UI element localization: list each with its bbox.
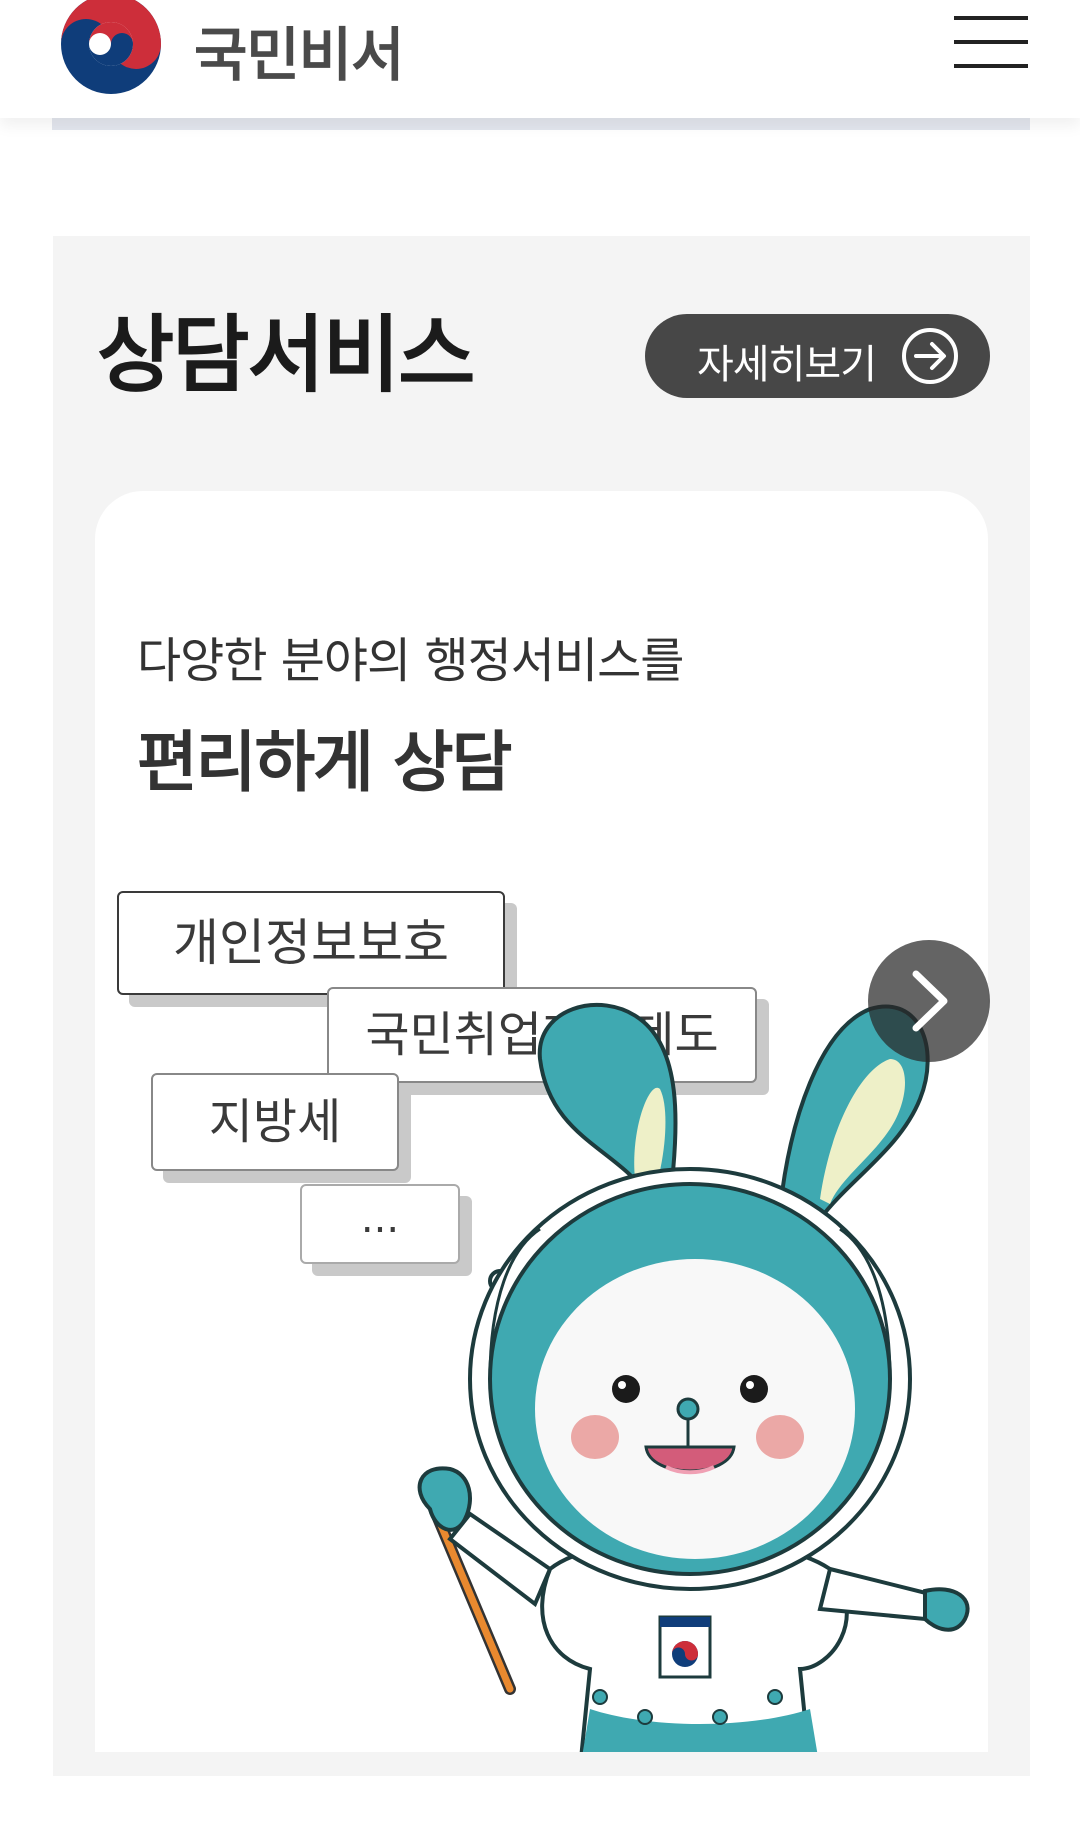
menu-bar bbox=[954, 16, 1028, 20]
carousel-next-button[interactable] bbox=[868, 940, 990, 1062]
rabbit-mascot-illustration bbox=[417, 1002, 970, 1752]
korea-government-logo-icon[interactable] bbox=[56, 0, 166, 98]
menu-bar bbox=[954, 40, 1028, 44]
menu-bar bbox=[954, 64, 1028, 68]
arrow-right-circle-icon bbox=[902, 328, 958, 384]
brand-name[interactable]: 국민비서 bbox=[194, 8, 404, 92]
hamburger-menu-button[interactable] bbox=[954, 14, 1028, 70]
card-headline: 편리하게 상담 bbox=[137, 724, 512, 801]
top-header: 국민비서 bbox=[0, 0, 1080, 118]
view-details-label: 자세히보기 bbox=[697, 342, 877, 388]
view-details-button[interactable]: 자세히보기 bbox=[645, 314, 990, 398]
chevron-right-icon bbox=[912, 970, 948, 1032]
consultation-card[interactable]: 다양한 분야의 행정서비스를 편리하게 상담 개인정보보호 국민취업지원제도 지… bbox=[95, 491, 988, 1752]
card-subtitle: 다양한 분야의 행정서비스를 bbox=[137, 633, 684, 689]
section-title: 상담서비스 bbox=[97, 306, 475, 404]
